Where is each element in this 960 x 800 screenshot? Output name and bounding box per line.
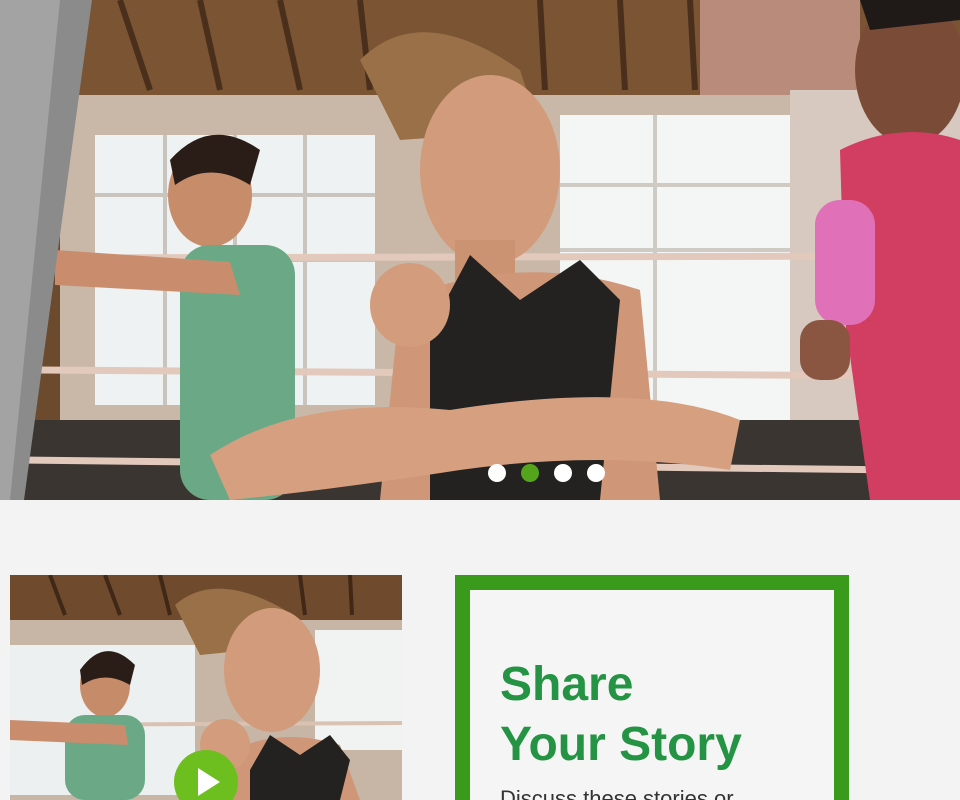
carousel-dot-3[interactable] — [554, 464, 572, 482]
share-story-card: Share Your Story Discuss these stories o… — [455, 575, 849, 800]
carousel-dot-1[interactable] — [488, 464, 506, 482]
carousel-dot-4[interactable] — [587, 464, 605, 482]
video-thumbnail[interactable] — [10, 575, 402, 800]
hero-side-panel — [0, 0, 92, 500]
hero-carousel — [0, 0, 960, 500]
story-title-line-2: Your Story — [500, 718, 742, 771]
carousel-dot-2[interactable] — [521, 464, 539, 482]
carousel-dots — [488, 464, 605, 482]
hero-image — [0, 0, 960, 500]
story-description: Discuss these stories or — [500, 786, 734, 800]
play-icon — [198, 768, 220, 796]
story-title-line-1: Share — [500, 658, 634, 711]
story-title: Share Your Story — [500, 655, 830, 775]
